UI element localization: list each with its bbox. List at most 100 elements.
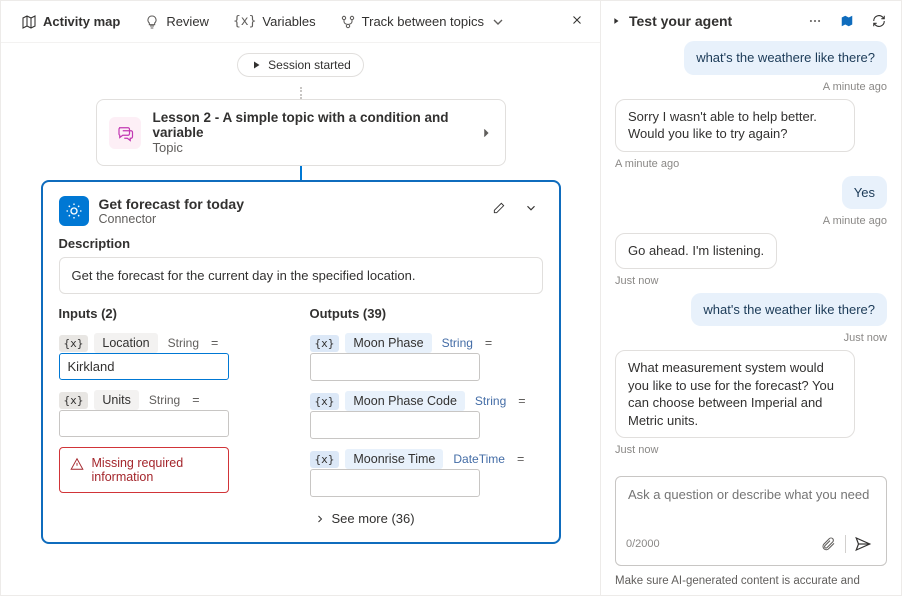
collapse-button[interactable] (519, 196, 543, 220)
weather-connector-icon (59, 196, 89, 226)
paperclip-icon (820, 536, 836, 552)
close-icon (570, 13, 584, 27)
chat-bubble-agent: Go ahead. I'm listening. (615, 233, 777, 269)
output-value (310, 411, 480, 439)
variable-badge-icon: {x} (310, 393, 340, 410)
chat-timestamp: A minute ago (823, 81, 887, 93)
output-name: Moon Phase Code (345, 391, 465, 411)
chat-timestamp: Just now (844, 332, 887, 344)
close-button[interactable] (564, 7, 590, 36)
input-value-units[interactable] (59, 410, 229, 437)
map-icon (21, 14, 37, 30)
nav-review[interactable]: Review (134, 8, 219, 36)
nav-activity-map[interactable]: Activity map (11, 8, 130, 36)
nav-label: Activity map (43, 14, 120, 29)
canvas[interactable]: Session started Lesson 2 - A simple topi… (1, 43, 600, 595)
variable-badge-icon: {x} (59, 392, 89, 409)
pencil-icon (492, 201, 506, 215)
char-count: 0/2000 (626, 538, 660, 550)
send-button[interactable] (850, 531, 876, 557)
output-var-row: {x} Moonrise Time DateTime = (310, 449, 543, 469)
equals-sign: = (516, 394, 527, 408)
session-chip[interactable]: Session started (237, 53, 364, 77)
see-more-label: See more (36) (332, 511, 415, 526)
chat-timestamp: Just now (615, 444, 887, 456)
connector-subtitle: Connector (99, 212, 244, 226)
connector-line (300, 166, 302, 180)
input-var-row: {x} Location String = (59, 333, 292, 353)
sun-icon (65, 202, 83, 220)
nav-label: Review (166, 14, 209, 29)
variable-badge-icon: {x} (59, 335, 89, 352)
map-toggle-button[interactable] (835, 9, 859, 33)
output-type: String (438, 336, 477, 350)
connector-title: Get forecast for today (99, 196, 244, 212)
output-var-row: {x} Moon Phase String = (310, 333, 543, 353)
input-var-row: {x} Units String = (59, 390, 292, 410)
refresh-icon (872, 14, 886, 28)
connector-line (300, 87, 302, 99)
more-icon (808, 14, 822, 28)
chat-bubble-user: what's the weathere like there? (684, 41, 887, 75)
output-value (310, 353, 480, 381)
input-value-location[interactable] (59, 353, 229, 380)
edit-button[interactable] (487, 196, 511, 220)
output-name: Moonrise Time (345, 449, 443, 469)
error-box: Missing required information (59, 447, 229, 493)
chat-bubble-agent: Sorry I wasn't able to help better. Woul… (615, 99, 855, 152)
error-text: Missing required information (92, 456, 218, 484)
chevron-down-icon (490, 14, 506, 30)
test-panel: Test your agent what's the weathere like… (601, 1, 901, 595)
caret-icon[interactable] (611, 16, 621, 26)
braces-icon: {x} (233, 14, 256, 29)
test-panel-title: Test your agent (629, 13, 795, 29)
input-name: Units (94, 390, 138, 410)
chat-input-box: 0/2000 (615, 476, 887, 566)
lightbulb-icon (144, 14, 160, 30)
nav-track[interactable]: Track between topics (330, 8, 516, 36)
input-type: String (145, 393, 184, 407)
description-box: Get the forecast for the current day in … (59, 257, 543, 294)
chat-input[interactable] (626, 485, 876, 523)
equals-sign: = (190, 393, 201, 407)
attach-button[interactable] (815, 531, 841, 557)
topic-subtitle: Topic (153, 140, 467, 155)
output-value (310, 469, 480, 497)
chevron-right-icon (314, 513, 326, 525)
input-type: String (164, 336, 203, 350)
map-icon (840, 14, 854, 28)
chevron-down-icon (524, 201, 538, 215)
variable-badge-icon: {x} (310, 335, 340, 352)
chat-timestamp: A minute ago (823, 215, 887, 227)
chat-bubble-user: Yes (842, 176, 887, 210)
send-icon (854, 535, 872, 553)
session-label: Session started (268, 58, 351, 72)
inputs-heading: Inputs (2) (59, 306, 292, 321)
see-more-button[interactable]: See more (36) (310, 511, 543, 526)
output-name: Moon Phase (345, 333, 431, 353)
topic-icon (109, 117, 141, 149)
play-icon (250, 59, 262, 71)
nav-variables[interactable]: {x} Variables (223, 8, 326, 35)
equals-sign: = (515, 452, 526, 466)
chat-bubble-agent: What measurement system would you like t… (615, 350, 855, 438)
equals-sign: = (483, 336, 494, 350)
output-type: String (471, 394, 510, 408)
output-type: DateTime (449, 452, 509, 466)
output-var-row: {x} Moon Phase Code String = (310, 391, 543, 411)
branch-icon (340, 14, 356, 30)
variable-badge-icon: {x} (310, 451, 340, 468)
chat-bubble-user: what's the weather like there? (691, 293, 887, 327)
refresh-button[interactable] (867, 9, 891, 33)
warning-icon (70, 457, 84, 471)
divider (845, 535, 846, 553)
outputs-heading: Outputs (39) (310, 306, 543, 321)
ai-disclaimer: Make sure AI-generated content is accura… (601, 574, 901, 595)
chat-area[interactable]: what's the weathere like there? A minute… (601, 41, 901, 472)
chevron-right-icon (479, 126, 493, 140)
nav-label: Variables (262, 14, 315, 29)
topic-card[interactable]: Lesson 2 - A simple topic with a conditi… (96, 99, 506, 166)
chat-timestamp: Just now (615, 275, 887, 287)
topic-title: Lesson 2 - A simple topic with a conditi… (153, 110, 467, 140)
more-button[interactable] (803, 9, 827, 33)
